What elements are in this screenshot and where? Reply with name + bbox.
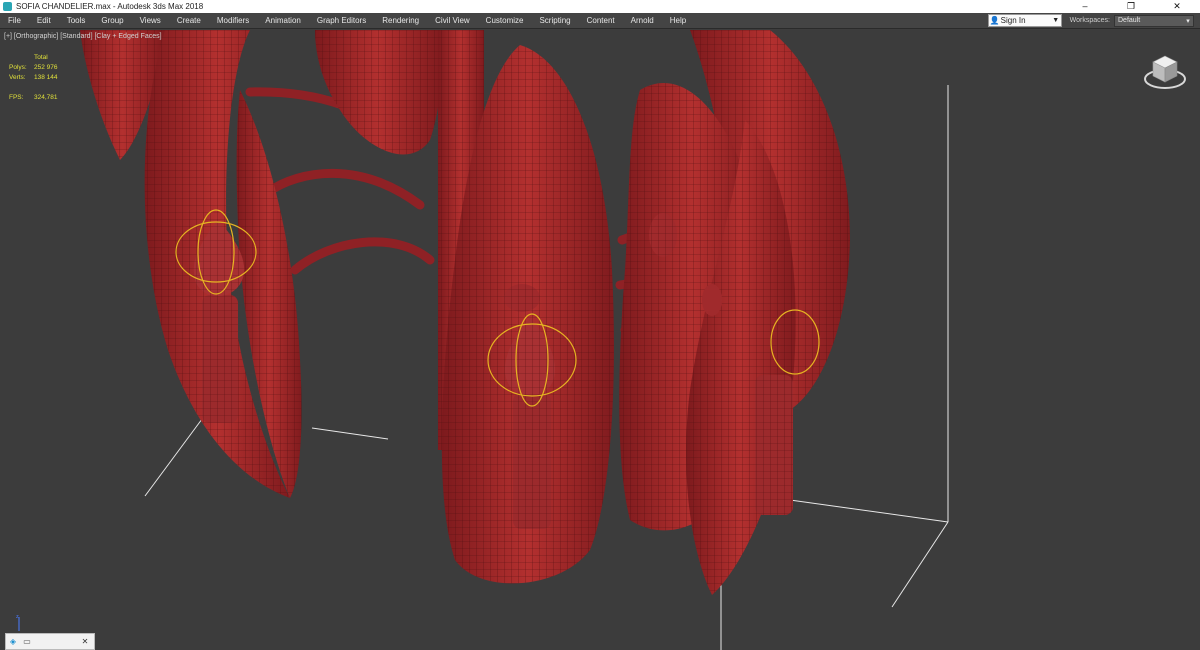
stats-polys-label: Polys: — [9, 64, 27, 71]
stats-polys-row: Polys: 252 976 — [9, 63, 58, 73]
close-button[interactable]: ✕ — [1154, 0, 1200, 13]
minimize-button[interactable]: – — [1062, 0, 1108, 13]
close-icon[interactable]: ✕ — [76, 637, 94, 646]
3ds-max-app-icon: ◈ — [9, 637, 17, 646]
menu-help[interactable]: Help — [662, 13, 694, 29]
menu-customize[interactable]: Customize — [478, 13, 532, 29]
menu-views[interactable]: Views — [132, 13, 169, 29]
svg-text:z: z — [16, 614, 19, 620]
menu-animation[interactable]: Animation — [257, 13, 309, 29]
menu-content[interactable]: Content — [579, 13, 623, 29]
workspaces-label: Workspaces: — [1069, 17, 1110, 24]
stats-fps-label: FPS: — [9, 94, 24, 101]
menu-arnold[interactable]: Arnold — [623, 13, 662, 29]
window-title: SOFIA CHANDELIER.max - Autodesk 3ds Max … — [16, 2, 204, 11]
stats-verts-label: Verts: — [9, 74, 26, 81]
app-icon — [3, 2, 12, 11]
sign-in-dropdown[interactable]: 👤 Sign In ▼ — [987, 14, 1062, 27]
menu-create[interactable]: Create — [169, 13, 209, 29]
menu-tools[interactable]: Tools — [59, 13, 94, 29]
menu-modifiers[interactable]: Modifiers — [209, 13, 257, 29]
mini-listener-panel[interactable]: ◈ ▭ ✕ — [5, 633, 95, 650]
stats-verts-value: 138 144 — [34, 74, 58, 81]
menu-graph-editors[interactable]: Graph Editors — [309, 13, 374, 29]
workspaces-dropdown[interactable]: Default ▾ — [1114, 14, 1194, 27]
title-bar: SOFIA CHANDELIER.max - Autodesk 3ds Max … — [0, 0, 1200, 13]
workspaces-value: Default — [1118, 17, 1141, 24]
sign-in-label: Sign In — [1000, 16, 1026, 25]
stats-fps-value: 324,781 — [34, 94, 58, 101]
stats-fps-row: FPS: 324,781 — [9, 93, 58, 103]
window-icon: ▭ — [23, 637, 31, 646]
menu-file[interactable]: File — [0, 13, 29, 29]
viewport-label[interactable]: [+] [Orthographic] [Standard] [Clay + Ed… — [4, 33, 162, 40]
viewcube-icon[interactable] — [1142, 52, 1188, 92]
chevron-down-icon: ▾ — [1186, 17, 1190, 25]
app-window: SOFIA CHANDELIER.max - Autodesk 3ds Max … — [0, 0, 1200, 650]
maximize-button[interactable]: ❐ — [1108, 0, 1154, 13]
viewport-statistics: Total Polys: 252 976 Verts: 138 144 FPS:… — [9, 53, 58, 103]
chandelier-model[interactable] — [0, 30, 1200, 650]
chevron-down-icon: ▼ — [1052, 17, 1060, 24]
perspective-viewport[interactable]: [+] [Orthographic] [Standard] [Clay + Ed… — [0, 30, 1200, 650]
menu-rendering[interactable]: Rendering — [374, 13, 427, 29]
stats-total-label: Total — [34, 54, 48, 61]
menu-group[interactable]: Group — [93, 13, 131, 29]
menu-bar: File Edit Tools Group Views Create Modif… — [0, 13, 1200, 29]
user-icon: 👤 — [989, 16, 1000, 25]
axis-tripod-icon: z — [16, 614, 20, 631]
menu-civil-view[interactable]: Civil View — [427, 13, 478, 29]
stats-verts-row: Verts: 138 144 — [9, 73, 58, 83]
menu-scripting[interactable]: Scripting — [531, 13, 578, 29]
right-leaves — [619, 30, 850, 595]
stats-polys-value: 252 976 — [34, 64, 58, 71]
menu-edit[interactable]: Edit — [29, 13, 59, 29]
